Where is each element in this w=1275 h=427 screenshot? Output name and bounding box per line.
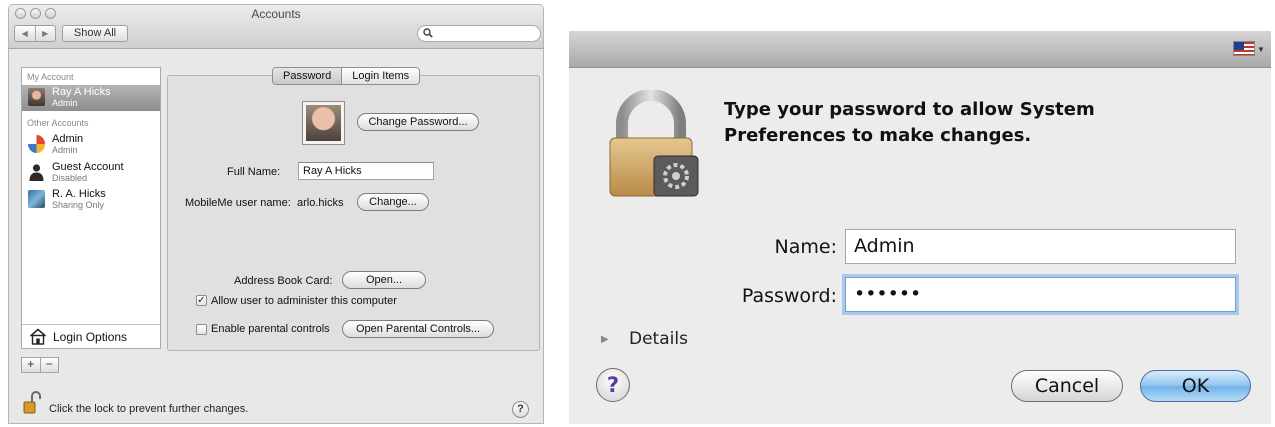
account-item-admin[interactable]: Admin Admin: [22, 132, 160, 158]
mobileme-label: MobileMe user name:: [185, 197, 291, 209]
ok-button[interactable]: OK: [1140, 370, 1251, 402]
full-name-label: Full Name:: [227, 166, 281, 178]
tab-login-items[interactable]: Login Items: [342, 68, 419, 84]
login-options-label: Login Options: [53, 330, 128, 344]
pinwheel-avatar-icon: [28, 135, 45, 153]
account-name: Guest Account: [52, 161, 124, 173]
add-account-button[interactable]: +: [22, 358, 41, 372]
password-label: Password:: [741, 285, 837, 307]
account-role: Disabled: [52, 173, 88, 183]
account-role: Sharing Only: [52, 200, 105, 210]
password-panel: [167, 75, 540, 351]
help-button[interactable]: ?: [512, 401, 529, 418]
user-photo-icon: [28, 88, 45, 106]
mobileme-change-button[interactable]: Change...: [357, 193, 429, 211]
accounts-list[interactable]: My Account Ray A Hicks Admin Other Accou…: [21, 67, 161, 349]
accounts-window: Accounts ◀ ▶ Show All My Account Ray A H…: [8, 4, 544, 424]
chevron-down-icon: ▼: [1257, 45, 1265, 54]
photo-avatar-icon: [28, 190, 45, 208]
user-photo-icon: [306, 105, 341, 141]
forward-arrow-icon[interactable]: ▶: [36, 26, 56, 41]
dialog-title-bar: ▼: [569, 31, 1271, 68]
title-bar: Accounts ◀ ▶ Show All: [9, 5, 543, 49]
search-field[interactable]: [417, 25, 541, 42]
full-name-field[interactable]: Ray A Hicks: [298, 162, 434, 180]
add-remove-buttons: + −: [21, 357, 59, 373]
auth-prompt: Type your password to allow System Prefe…: [724, 99, 1095, 146]
show-all-button[interactable]: Show All: [62, 25, 128, 42]
account-item-ray-a-hicks[interactable]: Ray A Hicks Admin: [22, 85, 160, 111]
user-picture[interactable]: [302, 101, 345, 145]
open-parental-controls-button[interactable]: Open Parental Controls...: [342, 320, 494, 338]
address-book-open-button[interactable]: Open...: [342, 271, 426, 289]
parental-controls-label: Enable parental controls: [211, 323, 330, 335]
tab-bar: Password Login Items: [272, 67, 421, 85]
cancel-button[interactable]: Cancel: [1011, 370, 1123, 402]
other-accounts-header: Other Accounts: [27, 118, 89, 128]
my-account-header: My Account: [27, 72, 74, 82]
lock-message: Click the lock to prevent further change…: [49, 403, 249, 415]
window-title: Accounts: [251, 7, 301, 21]
tab-password[interactable]: Password: [273, 68, 343, 84]
login-options-item[interactable]: Login Options: [22, 324, 160, 348]
search-icon: [423, 25, 433, 41]
account-role: Admin: [52, 145, 78, 155]
name-label: Name:: [774, 236, 837, 258]
account-item-guest[interactable]: Guest Account Disabled: [22, 160, 160, 186]
house-icon: [29, 328, 47, 345]
help-button[interactable]: ?: [596, 368, 630, 402]
account-item-r-a-hicks[interactable]: R. A. Hicks Sharing Only: [22, 187, 160, 213]
account-name: Ray A Hicks: [52, 86, 111, 98]
address-book-label: Address Book Card:: [234, 275, 333, 287]
parental-controls-checkbox[interactable]: [196, 324, 207, 335]
mobileme-username: arlo.hicks: [297, 197, 344, 209]
details-label[interactable]: Details: [629, 329, 688, 349]
allow-admin-label: Allow user to administer this computer: [211, 295, 397, 307]
back-arrow-icon[interactable]: ◀: [15, 26, 36, 41]
disclosure-triangle-icon[interactable]: ▶: [601, 334, 609, 345]
lock-icon: [606, 89, 702, 198]
account-name: R. A. Hicks: [52, 188, 106, 200]
silhouette-avatar-icon: [28, 163, 45, 181]
name-field[interactable]: Admin: [845, 229, 1236, 264]
lock-open-icon[interactable]: [23, 391, 41, 415]
account-role: Admin: [52, 98, 78, 108]
change-password-button[interactable]: Change Password...: [357, 113, 479, 131]
authentication-dialog: ▼ Type your password to allow System Pre…: [569, 31, 1271, 424]
us-flag-icon[interactable]: [1233, 41, 1255, 56]
account-name: Admin: [52, 133, 84, 145]
remove-account-button[interactable]: −: [41, 358, 59, 372]
password-field[interactable]: ••••••: [845, 277, 1236, 312]
nav-back-forward: ◀ ▶: [14, 25, 56, 42]
allow-admin-checkbox[interactable]: ✓: [196, 295, 207, 306]
